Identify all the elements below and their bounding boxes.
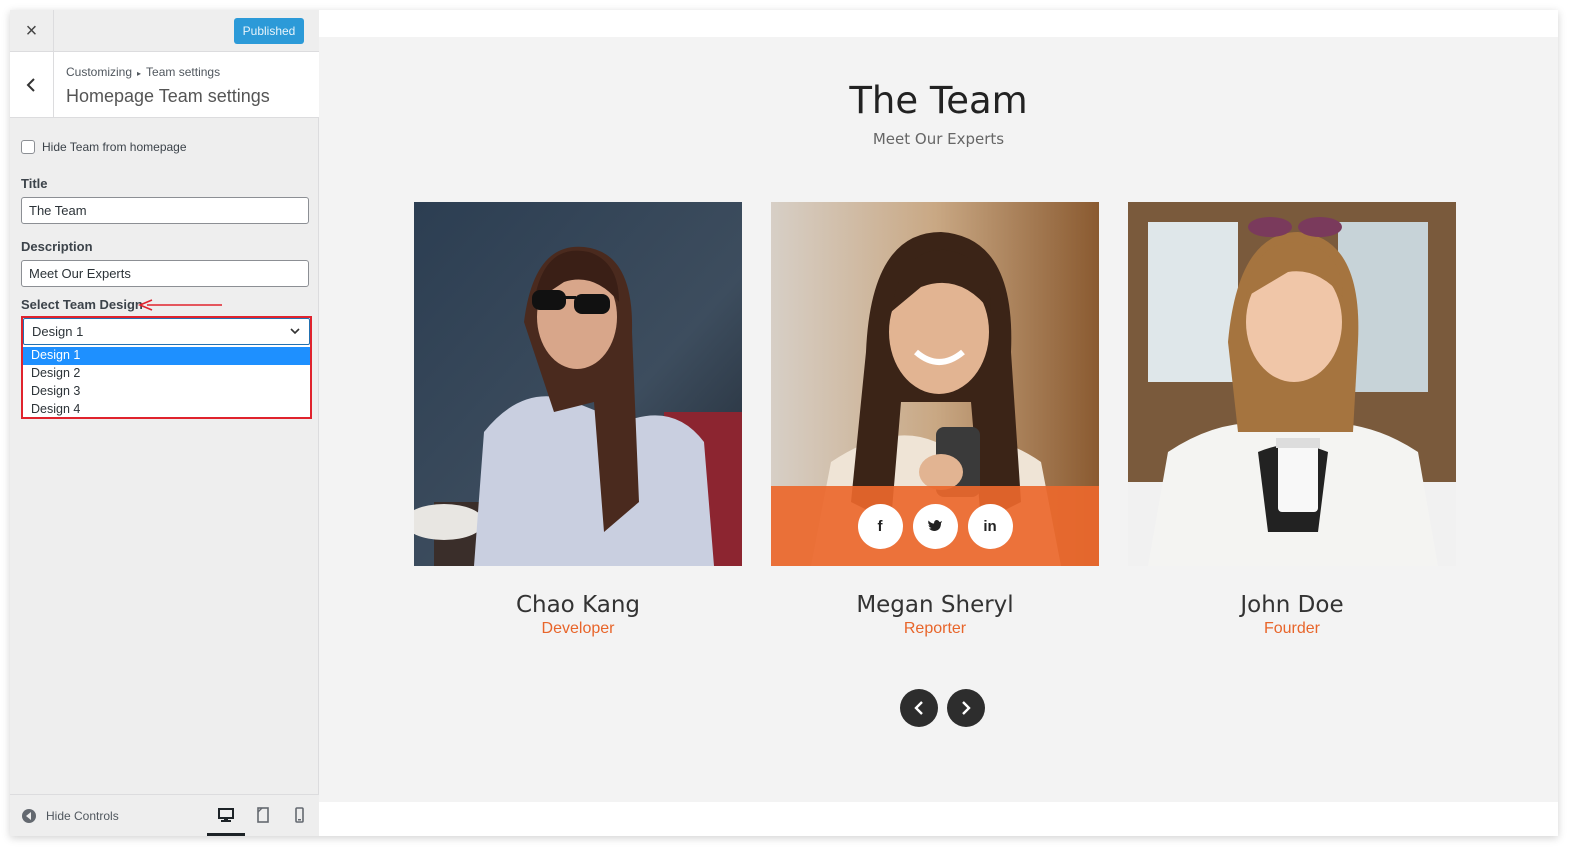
section-header: Customizing ▸ Team settings Homepage Team … (10, 52, 319, 118)
collapse-icon (22, 809, 36, 823)
breadcrumb-separator-icon: ▸ (137, 69, 142, 78)
customizer-sidebar: × Published Customizing ▸ Team settings Ho… (10, 10, 319, 836)
chevron-left-icon (914, 701, 923, 715)
customizer-window: × Published Customizing ▸ Team settings Ho… (10, 10, 1558, 836)
design-option[interactable]: Design 2 (23, 365, 310, 383)
annotation-arrow-icon (137, 299, 222, 311)
chevron-left-icon (26, 78, 35, 92)
design-option[interactable]: Design 4 (23, 401, 310, 419)
member-role: Fourder (1263, 620, 1321, 637)
twitter-icon[interactable] (912, 503, 958, 549)
member-name: John Doe (1240, 592, 1344, 618)
member-name: Chao Kang (515, 592, 641, 618)
design-select-highlight: Design 1 Design 1 Design 2 Design 3 Desi… (21, 316, 312, 419)
design-option[interactable]: Design 3 (23, 383, 310, 401)
design-options-list: Design 1 Design 2 Design 3 Design 4 (23, 347, 310, 419)
chevron-down-icon (290, 328, 300, 335)
section-title: Homepage Team settings (66, 86, 270, 106)
team-section: The Team Meet Our Experts Chao Kang Deve… (319, 37, 1558, 802)
member-role: Developer (541, 620, 615, 637)
back-button[interactable] (10, 52, 54, 118)
team-member-card: Chao Kang Developer (414, 202, 742, 638)
member-photo (414, 202, 742, 566)
member-name: Megan Sheryl (856, 592, 1014, 618)
member-role: Reporter (903, 620, 967, 637)
design-label: Select Team Design (21, 297, 143, 312)
design-option[interactable]: Design 1 (23, 347, 310, 365)
sidebar-footer: Hide Controls (10, 794, 319, 836)
desktop-icon[interactable] (207, 805, 245, 836)
carousel-prev-button[interactable] (900, 689, 938, 727)
design-select[interactable]: Design 1 (23, 318, 310, 345)
team-member-card: John Doe Fourder (1128, 202, 1456, 638)
team-description: Meet Our Experts (872, 130, 1005, 148)
title-label: Title (21, 176, 48, 191)
team-member-card: f in Megan Sheryl Reporter (771, 202, 1099, 638)
hide-team-checkbox[interactable] (21, 140, 35, 154)
chevron-right-icon (962, 701, 971, 715)
description-label: Description (21, 239, 93, 254)
breadcrumb-root: Customizing (66, 65, 133, 79)
site-preview: The Team Meet Our Experts Chao Kang Deve… (319, 10, 1558, 836)
tablet-icon[interactable] (253, 805, 273, 825)
facebook-icon[interactable]: f (857, 503, 903, 549)
hide-team-label: Hide Team from homepage (42, 140, 187, 154)
breadcrumb-leaf: Team settings (146, 65, 221, 79)
member-photo: f in (771, 202, 1099, 566)
title-input[interactable]: The Team (21, 197, 309, 224)
hide-controls-button[interactable]: Hide Controls (22, 809, 119, 823)
published-button[interactable]: Published (234, 18, 304, 44)
linkedin-icon[interactable]: in (967, 503, 1013, 549)
team-title: The Team (849, 79, 1028, 122)
hide-team-row[interactable]: Hide Team from homepage (21, 140, 187, 154)
design-select-value: Design 1 (32, 324, 84, 339)
carousel-next-button[interactable] (947, 689, 985, 727)
mobile-icon[interactable] (289, 805, 309, 825)
sidebar-topbar: × Published (10, 10, 319, 52)
social-bar: f in (771, 486, 1099, 566)
member-photo (1128, 202, 1456, 566)
breadcrumb: Customizing ▸ Team settings (66, 65, 220, 79)
hide-controls-label: Hide Controls (46, 809, 119, 823)
description-input[interactable]: Meet Our Experts (21, 260, 309, 287)
close-icon[interactable]: × (10, 10, 54, 52)
